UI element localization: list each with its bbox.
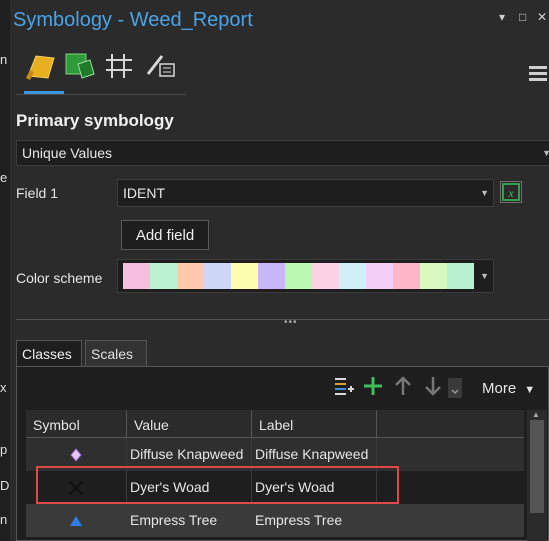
order-dropdown-button[interactable] bbox=[448, 378, 462, 398]
color-scheme-label: Color scheme bbox=[16, 270, 103, 286]
pane-maximize-button[interactable]: □ bbox=[519, 10, 526, 24]
more-menu-button[interactable]: More ▼ bbox=[482, 380, 535, 397]
symbol-layers-icon[interactable] bbox=[104, 50, 136, 82]
toolbar-divider bbox=[16, 94, 186, 95]
pane-title: Symbology - Weed_Report bbox=[13, 9, 253, 31]
arrow-down-icon bbox=[425, 377, 441, 396]
label-cell[interactable]: Empress Tree bbox=[252, 504, 377, 537]
symbol-cell[interactable] bbox=[26, 504, 127, 537]
move-up-button[interactable] bbox=[393, 375, 413, 397]
color-ramp-swatch bbox=[285, 263, 312, 289]
symbology-pane: Symbology - Weed_Report ▾ □ ✕ Primary sy… bbox=[10, 0, 549, 541]
expression-button[interactable]: x bbox=[500, 181, 522, 203]
symbol-properties-button[interactable] bbox=[333, 375, 355, 397]
color-ramp-swatch bbox=[447, 263, 474, 289]
vary-symbology-icon[interactable] bbox=[64, 50, 96, 82]
caret-down-icon: ▼ bbox=[524, 384, 536, 396]
column-header-symbol[interactable]: Symbol bbox=[26, 410, 127, 437]
background-text: D bbox=[0, 478, 10, 493]
field1-label: Field 1 bbox=[16, 185, 59, 201]
background-text: x bbox=[0, 380, 7, 395]
background-text: p bbox=[0, 442, 8, 457]
pane-options-button[interactable]: ▾ bbox=[499, 10, 505, 24]
section-title: Primary symbology bbox=[16, 111, 174, 130]
expression-icon: x bbox=[502, 183, 520, 201]
background-text: n bbox=[0, 52, 8, 67]
more-label: More bbox=[482, 380, 517, 397]
color-ramp-swatch bbox=[204, 263, 231, 289]
selection-highlight-box bbox=[36, 466, 399, 504]
chevron-down-icon: ▼ bbox=[542, 148, 549, 158]
scrollbar-thumb[interactable] bbox=[530, 420, 544, 513]
move-down-button[interactable] bbox=[423, 375, 443, 397]
symbology-method-value: Unique Values bbox=[22, 145, 113, 161]
arrow-up-icon bbox=[395, 376, 411, 395]
color-ramp bbox=[123, 263, 474, 289]
color-ramp-swatch bbox=[177, 263, 204, 289]
background-window-strip: n e x p D n bbox=[0, 0, 10, 541]
plus-icon bbox=[364, 377, 382, 395]
svg-text:x: x bbox=[507, 186, 514, 200]
column-header-value[interactable]: Value bbox=[127, 410, 252, 437]
color-ramp-swatch bbox=[339, 263, 366, 289]
pane-splitter[interactable]: ••• bbox=[16, 314, 549, 328]
grid-header: Symbol Value Label bbox=[26, 410, 524, 438]
table-row[interactable]: Empress Tree Empress Tree bbox=[26, 504, 524, 537]
menu-icon[interactable] bbox=[529, 66, 547, 84]
color-ramp-swatch bbox=[150, 263, 177, 289]
color-ramp-swatch bbox=[393, 263, 420, 289]
scroll-up-icon[interactable]: ▲ bbox=[532, 410, 540, 419]
triangle-icon bbox=[69, 515, 83, 527]
chevron-down-icon: ▼ bbox=[480, 188, 489, 198]
add-field-button[interactable]: Add field bbox=[121, 220, 209, 250]
color-ramp-swatch bbox=[366, 263, 393, 289]
field1-value: IDENT bbox=[123, 185, 165, 201]
tab-bar: Classes Scales bbox=[16, 340, 549, 367]
color-ramp-swatch bbox=[420, 263, 447, 289]
background-text: n bbox=[0, 512, 8, 527]
value-cell[interactable]: Empress Tree bbox=[127, 504, 252, 537]
color-ramp-swatch bbox=[123, 263, 150, 289]
symbology-method-dropdown[interactable]: Unique Values ▼ bbox=[16, 140, 549, 166]
background-text: e bbox=[0, 170, 8, 185]
pane-titlebar: Symbology - Weed_Report ▾ □ ✕ bbox=[10, 0, 549, 40]
grid-scrollbar[interactable]: ▲ bbox=[527, 410, 547, 541]
column-header-label[interactable]: Label bbox=[252, 410, 377, 437]
diamond-icon bbox=[70, 447, 82, 462]
symbology-toolbar bbox=[16, 50, 186, 96]
field1-dropdown[interactable]: IDENT ▼ bbox=[117, 179, 494, 207]
tab-scales[interactable]: Scales bbox=[85, 340, 147, 367]
chevron-down-icon: ▼ bbox=[480, 271, 489, 281]
color-ramp-swatch bbox=[258, 263, 285, 289]
color-ramp-swatch bbox=[312, 263, 339, 289]
add-class-button[interactable] bbox=[362, 375, 384, 397]
symbol-list-icon bbox=[335, 378, 354, 395]
chevron-down-icon bbox=[451, 389, 459, 395]
labeling-properties-icon[interactable] bbox=[144, 50, 176, 82]
color-ramp-swatch bbox=[231, 263, 258, 289]
pane-close-button[interactable]: ✕ bbox=[537, 10, 547, 24]
tab-classes[interactable]: Classes bbox=[16, 340, 82, 367]
primary-symbology-icon[interactable] bbox=[24, 50, 56, 82]
